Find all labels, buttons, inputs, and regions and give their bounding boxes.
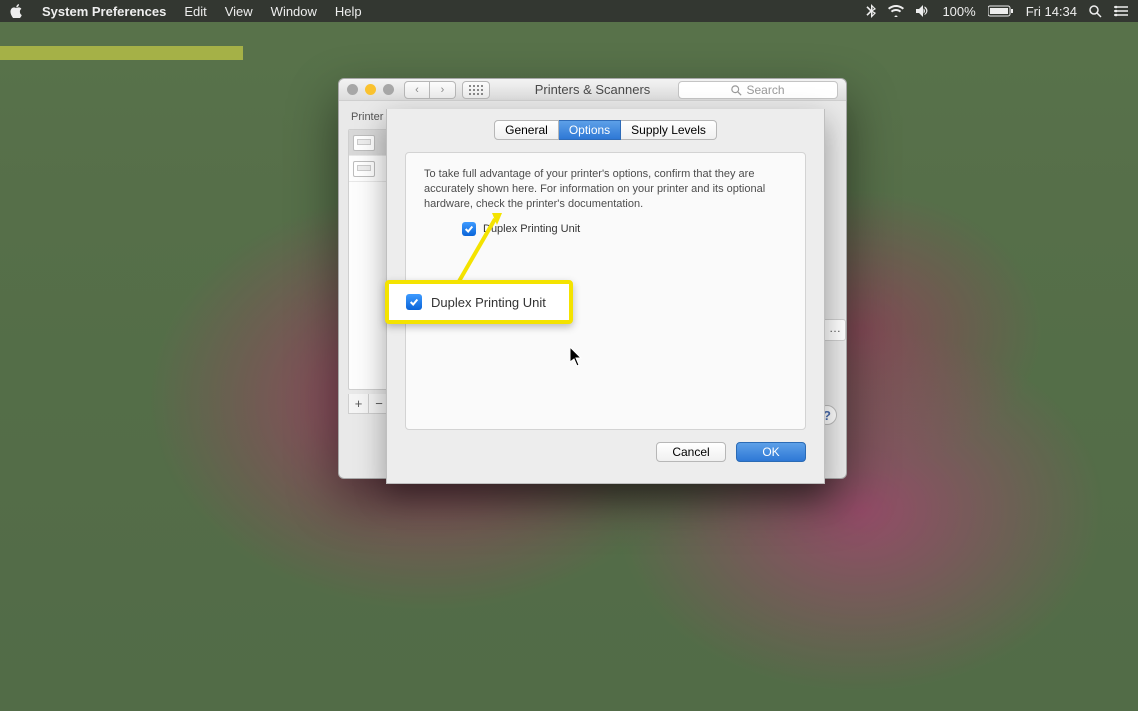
- notification-center-icon[interactable]: [1114, 5, 1128, 17]
- zoom-button[interactable]: [383, 84, 394, 95]
- options-hint-text: To take full advantage of your printer's…: [424, 167, 787, 212]
- back-button[interactable]: ‹: [404, 81, 430, 99]
- printers-scanners-window: ‹ › Printers & Scanners Search Printer +…: [338, 78, 847, 479]
- annotation-label: Duplex Printing Unit: [431, 295, 546, 310]
- printer-item[interactable]: [349, 156, 391, 182]
- volume-icon[interactable]: [916, 5, 930, 17]
- edit-menu[interactable]: Edit: [184, 4, 206, 19]
- menu-bar: System Preferences Edit View Window Help…: [0, 0, 1138, 22]
- window-titlebar: ‹ › Printers & Scanners Search: [339, 79, 846, 101]
- apple-menu-icon[interactable]: [10, 4, 24, 18]
- tab-supply-levels[interactable]: Supply Levels: [621, 120, 717, 140]
- printer-icon: [353, 135, 375, 151]
- help-menu[interactable]: Help: [335, 4, 362, 19]
- battery-percent[interactable]: 100%: [942, 4, 975, 19]
- wifi-icon[interactable]: [888, 5, 904, 17]
- annotation-callout: Duplex Printing Unit: [385, 280, 573, 324]
- battery-icon[interactable]: [988, 5, 1014, 17]
- search-input[interactable]: Search: [678, 81, 838, 99]
- bluetooth-icon[interactable]: [866, 4, 876, 18]
- annotation-redaction-bar: [0, 46, 243, 60]
- printer-icon: [353, 161, 375, 177]
- app-menu[interactable]: System Preferences: [42, 4, 166, 19]
- window-menu[interactable]: Window: [271, 4, 317, 19]
- spotlight-icon[interactable]: [1089, 5, 1102, 18]
- clock[interactable]: Fri 14:34: [1026, 4, 1077, 19]
- ok-button[interactable]: OK: [736, 442, 806, 462]
- annotation-checkbox-icon: [406, 294, 422, 310]
- close-button[interactable]: [347, 84, 358, 95]
- forward-button[interactable]: ›: [430, 81, 456, 99]
- printer-item[interactable]: [349, 130, 391, 156]
- tab-bar: General Options Supply Levels: [387, 120, 824, 140]
- desktop: System Preferences Edit View Window Help…: [0, 0, 1138, 711]
- cancel-button[interactable]: Cancel: [656, 442, 726, 462]
- sidebar-header: Printer: [351, 111, 383, 123]
- view-menu[interactable]: View: [225, 4, 253, 19]
- add-printer-button[interactable]: +: [349, 394, 369, 413]
- minimize-button[interactable]: [365, 84, 376, 95]
- tab-options[interactable]: Options: [559, 120, 621, 140]
- search-placeholder: Search: [746, 83, 784, 97]
- show-all-button[interactable]: [462, 81, 490, 99]
- tab-general[interactable]: General: [494, 120, 559, 140]
- mouse-cursor-icon: [570, 347, 584, 367]
